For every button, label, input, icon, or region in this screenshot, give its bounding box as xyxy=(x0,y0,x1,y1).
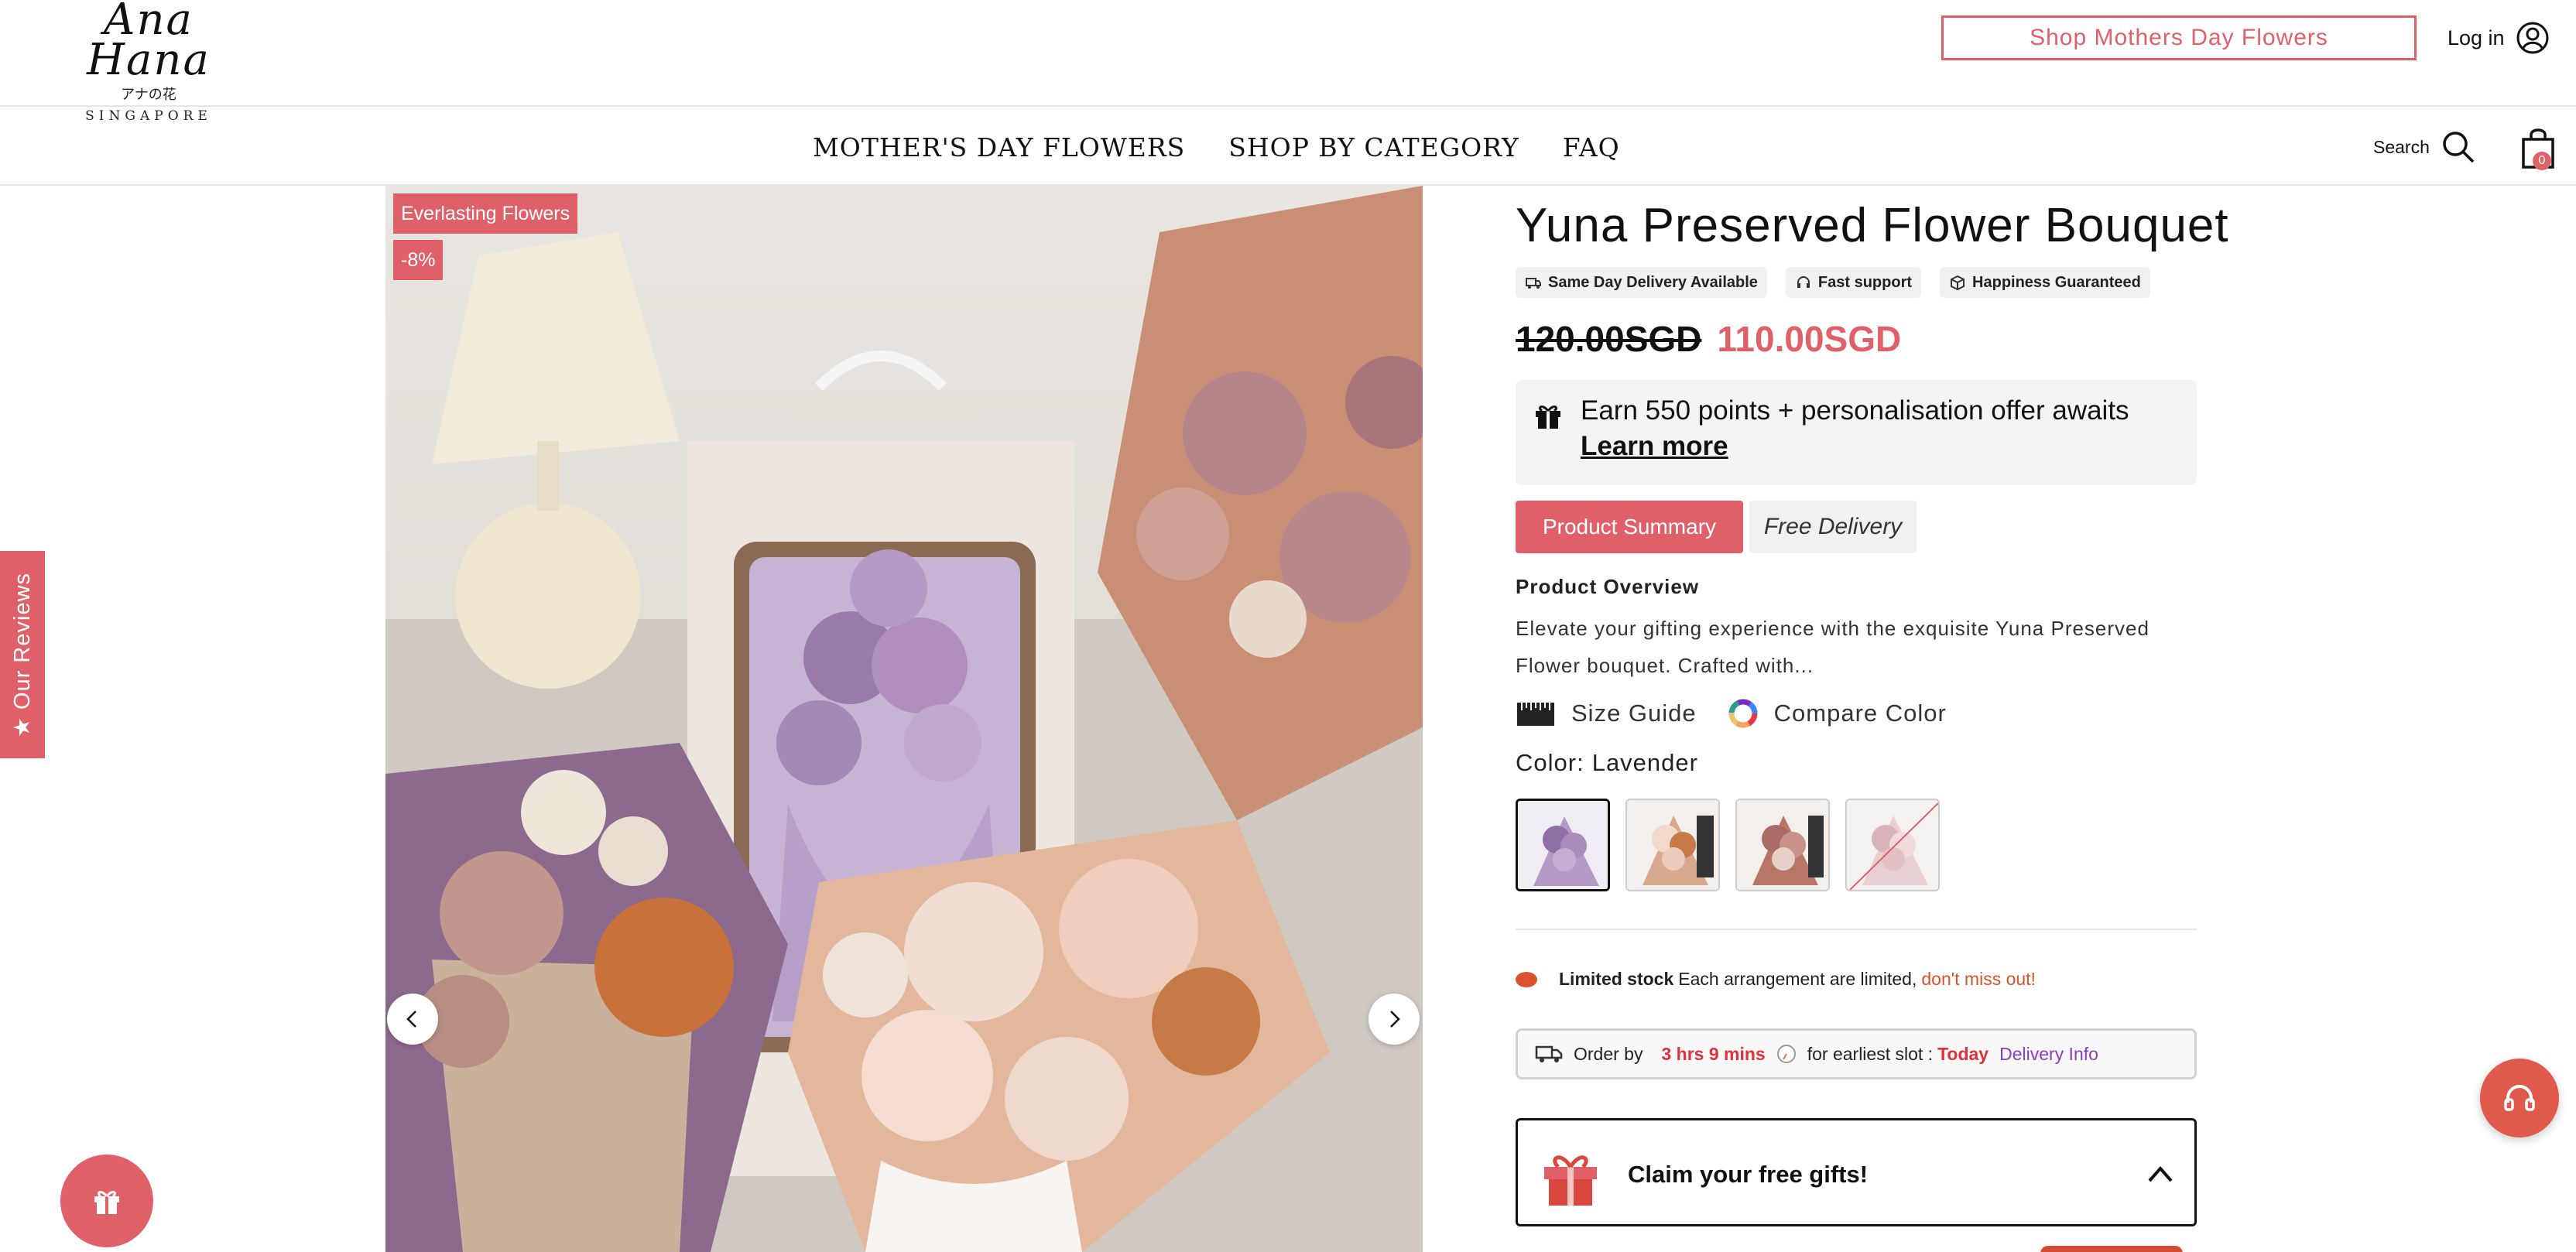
support-chat-button[interactable] xyxy=(2480,1059,2559,1137)
discount-tag: -8% xyxy=(393,240,444,280)
logo-japanese: アナの花 xyxy=(121,87,176,102)
badge-fast-support: Fast support xyxy=(1785,267,1922,298)
main-nav: MOTHER'S DAY FLOWERS SHOP BY CATEGORY FA… xyxy=(0,108,2576,186)
stock-indicator-dot xyxy=(1516,971,1537,987)
ruler-icon xyxy=(1517,703,1554,726)
swatch-thumbnail xyxy=(1847,800,1938,890)
points-offer-text: Earn 550 points + personalisation offer … xyxy=(1581,395,2129,426)
chevron-left-icon xyxy=(406,1011,416,1028)
headset-icon xyxy=(2504,1085,2535,1111)
previous-image-button[interactable] xyxy=(387,994,438,1045)
logo-script: Ana Hana xyxy=(87,0,211,85)
selected-color: Color: Lavender xyxy=(1516,749,2197,777)
next-image-button[interactable] xyxy=(1368,994,1420,1045)
brand-logo[interactable]: Ana Hana アナの花 SINGAPORE xyxy=(56,0,242,124)
our-reviews-label: ★ Our Reviews xyxy=(10,572,36,737)
swatch-thumbnail xyxy=(1737,800,1828,890)
product-title: Yuna Preserved Flower Bouquet xyxy=(1516,199,2229,252)
nav-item-shop-by-category[interactable]: SHOP BY CATEGORY xyxy=(1228,132,1519,162)
nav-item-mothers-day[interactable]: MOTHER'S DAY FLOWERS xyxy=(813,132,1185,162)
top-bar: Ana Hana アナの花 SINGAPORE Shop Mothers Day… xyxy=(0,0,2576,124)
badge-label: Happiness Guaranteed xyxy=(1972,273,2141,291)
color-label: Color: xyxy=(1516,749,1584,776)
our-reviews-tab[interactable]: ★ Our Reviews xyxy=(0,551,45,758)
size-guide-link[interactable]: Size Guide xyxy=(1516,698,1697,729)
size-guide-label: Size Guide xyxy=(1571,700,1697,727)
gift-box-icon xyxy=(1544,1155,1597,1206)
search-label: Search xyxy=(2373,136,2430,157)
stock-text: Each arrangement are limited, xyxy=(1678,969,1917,989)
loyalty-points-box: Earn 550 points + personalisation offer … xyxy=(1516,380,2197,485)
shop-mothers-day-button[interactable]: Shop Mothers Day Flowers xyxy=(1941,15,2417,60)
product-photo xyxy=(385,186,1423,1252)
badge-label: Fast support xyxy=(1817,273,1913,291)
product-image-gallery[interactable]: Everlasting Flowers -8% xyxy=(385,186,1423,1252)
color-value: Lavender xyxy=(1591,749,1698,776)
free-gifts-accordion[interactable]: Claim your free gifts! xyxy=(1516,1118,2197,1226)
compare-color-link[interactable]: Compare Color xyxy=(1728,698,1947,729)
stock-notice: Limited stock Each arrangement are limit… xyxy=(1516,969,2197,990)
login-label: Log in xyxy=(2448,26,2505,50)
clock-icon xyxy=(1776,1045,1796,1063)
order-countdown: 3 hrs 9 mins xyxy=(1661,1043,1766,1064)
overview-heading: Product Overview xyxy=(1516,575,1700,598)
color-swatches xyxy=(1516,799,2197,891)
learn-more-link[interactable]: Learn more xyxy=(1581,431,1728,462)
collection-tag: Everlasting Flowers xyxy=(393,193,578,234)
service-badges: Same Day Delivery Available Fast support… xyxy=(1516,267,2197,298)
badge-happiness-guaranteed: Happiness Guaranteed xyxy=(1940,267,2150,298)
product-info: Yuna Preserved Flower Bouquet Same Day D… xyxy=(1516,186,2229,1226)
search-icon xyxy=(2443,132,2475,163)
nav-items: MOTHER'S DAY FLOWERS SHOP BY CATEGORY FA… xyxy=(813,108,1620,186)
delivery-truck-icon xyxy=(1526,278,1541,289)
tab-free-delivery[interactable]: Free Delivery xyxy=(1749,501,1917,553)
headset-icon xyxy=(1797,276,1810,288)
swatch-lavender[interactable] xyxy=(1516,799,1610,891)
search-button[interactable]: Search xyxy=(2373,127,2476,167)
price-row: 120.00SGD 110.00SGD xyxy=(1516,318,2197,360)
swatch-thumbnail xyxy=(1627,800,1718,890)
product-page: Ana Hana アナの花 SINGAPORE Shop Mothers Day… xyxy=(0,0,2576,1252)
gift-icon xyxy=(1536,405,1560,429)
cart-count-badge: 0 xyxy=(2533,152,2551,170)
tab-product-summary[interactable]: Product Summary xyxy=(1516,501,1743,553)
cart-button[interactable]: 0 xyxy=(2519,125,2557,170)
gift-icon xyxy=(94,1191,119,1214)
product-tabs: Product Summary Free Delivery xyxy=(1516,501,2197,553)
swatch-peach[interactable] xyxy=(1625,799,1720,891)
color-wheel-icon xyxy=(1728,699,1758,728)
compare-color-label: Compare Color xyxy=(1773,700,1947,727)
overview-text: Elevate your gifting experience with the… xyxy=(1516,617,2150,677)
order-middle-text: for earliest slot : xyxy=(1807,1043,1934,1064)
login-link[interactable]: Log in xyxy=(2448,17,2550,59)
claim-gifts-label: Claim your free gifts! xyxy=(1628,1161,1869,1188)
delivery-truck-icon xyxy=(1535,1045,1563,1062)
section-divider xyxy=(1516,929,2197,930)
order-prefix: Order by xyxy=(1574,1043,1643,1064)
order-day: Today xyxy=(1937,1043,1989,1064)
delivery-info-link[interactable]: Delivery Info xyxy=(1999,1044,2098,1065)
package-icon xyxy=(1951,275,1965,291)
stock-warning-text: don't miss out! xyxy=(1921,969,2036,989)
original-price: 120.00SGD xyxy=(1516,319,1702,359)
swatch-dusty-pink[interactable] xyxy=(1735,799,1830,891)
hidden-button-edge xyxy=(2040,1246,2183,1252)
chevron-right-icon xyxy=(1390,1011,1400,1028)
rewards-button[interactable] xyxy=(60,1155,153,1247)
guide-links: Size Guide Compare Color xyxy=(1516,698,2197,729)
badge-label: Same Day Delivery Available xyxy=(1548,273,1758,291)
swatch-blush-sold-out[interactable] xyxy=(1845,799,1940,891)
chevron-up-icon xyxy=(2148,1165,2173,1182)
badge-same-day-delivery: Same Day Delivery Available xyxy=(1516,267,1767,298)
user-icon xyxy=(2516,22,2549,54)
nav-item-faq[interactable]: FAQ xyxy=(1563,132,1620,162)
order-cutoff-box: Order by 3 hrs 9 mins for earliest slot … xyxy=(1516,1028,2197,1079)
sale-price: 110.00SGD xyxy=(1717,319,1902,359)
stock-strong-text: Limited stock xyxy=(1559,969,1674,989)
swatch-thumbnail xyxy=(1518,801,1608,889)
